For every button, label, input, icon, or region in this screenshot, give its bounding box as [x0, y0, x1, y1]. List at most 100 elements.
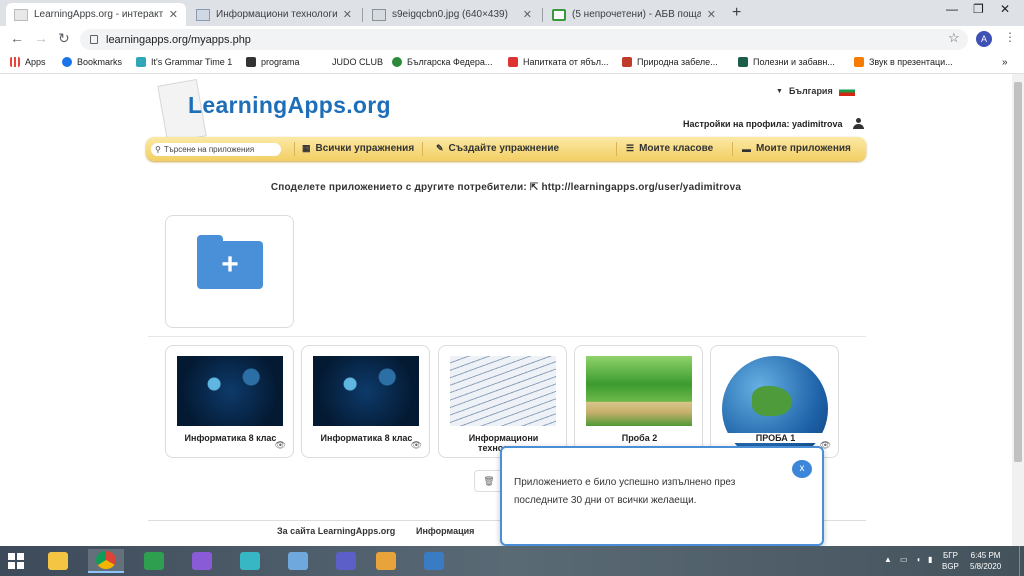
- app-thumbnail: [313, 356, 419, 426]
- restore-icon[interactable]: ❐: [973, 2, 984, 16]
- calculator-icon[interactable]: [136, 549, 172, 573]
- bookmark-drink[interactable]: Напитката от ябъл...: [508, 57, 609, 67]
- tab-title: LearningApps.org - интерактив: [34, 9, 163, 20]
- add-folder-icon: +: [197, 235, 263, 289]
- menu-label: Всички упражнения: [315, 143, 415, 154]
- search-placeholder: Търсене на приложения: [163, 145, 255, 154]
- visual-studio-icon[interactable]: [184, 549, 220, 573]
- date-label: 5/8/2020: [970, 562, 1002, 571]
- chrome-icon[interactable]: [88, 549, 124, 573]
- bookmark-label: JUDO CLUB: [332, 57, 384, 67]
- footer-about-link[interactable]: За сайта LearningApps.org: [277, 526, 395, 536]
- bookmark-apps[interactable]: Apps: [10, 57, 46, 67]
- tab-abv-mail[interactable]: (5 непрочетени) - АБВ поща ✕: [544, 3, 724, 26]
- reload-icon[interactable]: ↻: [58, 30, 70, 47]
- photos-icon[interactable]: [416, 549, 452, 573]
- tv-icon: [246, 57, 256, 67]
- bookmark-programa[interactable]: programa: [246, 57, 300, 67]
- bookmark-grammar[interactable]: It's Grammar Time 1: [136, 57, 232, 67]
- bookmarks-bar: Apps Bookmarks It's Grammar Time 1 progr…: [0, 52, 1024, 74]
- app-thumbnail: [177, 356, 283, 426]
- language-indicator[interactable]: БГР BGP: [942, 550, 959, 572]
- bookmark-label: Bookmarks: [77, 57, 123, 67]
- minimize-icon[interactable]: —: [946, 2, 958, 16]
- bookmark-judo[interactable]: JUDO CLUB: [332, 57, 383, 67]
- menu-create-exercise[interactable]: ✎ Създайте упражнение: [436, 143, 559, 154]
- tab-title: Информациони технологии 7 к: [216, 9, 337, 20]
- close-icon[interactable]: ✕: [343, 8, 352, 21]
- tab-learningapps[interactable]: LearningApps.org - интерактив ✕: [6, 3, 186, 26]
- virtualbox-icon[interactable]: [280, 549, 316, 573]
- app-card[interactable]: Проба 2: [574, 345, 703, 458]
- app-card[interactable]: Информациони технологии: [438, 345, 567, 458]
- app-name: Информатика 8 клас: [320, 433, 413, 443]
- menu-label: Моите приложения: [756, 143, 851, 154]
- site-logo[interactable]: LearningApps.org: [188, 92, 391, 119]
- bookmarks-overflow-icon[interactable]: »: [1002, 57, 1008, 68]
- new-folder-card[interactable]: +: [165, 215, 294, 328]
- app-name: Информатика 8 клас: [184, 433, 277, 443]
- menu-my-classes[interactable]: ☰ Моите класове: [626, 143, 713, 154]
- home-icon: [552, 8, 566, 21]
- main-menu: ⚲ Търсене на приложения ▦ Всички упражнен…: [146, 137, 866, 161]
- close-icon[interactable]: ✕: [523, 8, 532, 21]
- forward-icon[interactable]: →: [34, 30, 48, 46]
- bookmark-sound[interactable]: Звук в презентаци...: [854, 57, 953, 67]
- external-link-icon: ⇱: [529, 182, 542, 193]
- show-desktop-button[interactable]: [1019, 546, 1024, 576]
- app-thumbnail: [586, 356, 692, 426]
- profile-avatar[interactable]: A: [976, 31, 992, 47]
- notification-popup: x Приложението е било успешно изпълнено …: [500, 446, 824, 546]
- profile-settings-link[interactable]: Настройки на профила: yadimitrova: [683, 118, 864, 129]
- menu-my-apps[interactable]: ▬ Моите приложения: [742, 143, 851, 154]
- grid-icon: ▦: [302, 143, 311, 153]
- share-url-link[interactable]: http://learningapps.org/user/yadimitrova: [541, 182, 741, 193]
- network-icon[interactable]: ▮: [928, 554, 932, 565]
- tab-strip: LearningApps.org - интерактив ✕ Информац…: [0, 0, 1024, 26]
- bookmark-label: Напитката от ябъл...: [523, 57, 609, 67]
- paint-icon[interactable]: [368, 549, 404, 573]
- star-icon: [62, 57, 72, 67]
- tab-divider: [362, 8, 363, 22]
- bookmark-label: Природна забеле...: [637, 57, 718, 67]
- scrollbar-thumb[interactable]: [1014, 82, 1022, 462]
- drink-icon: [508, 57, 518, 67]
- teams-icon[interactable]: [328, 549, 364, 573]
- bookmark-nature[interactable]: Природна забеле...: [622, 57, 718, 67]
- window-close-icon[interactable]: ✕: [1000, 2, 1010, 16]
- url-field[interactable]: learningapps.org/myapps.php: [80, 29, 968, 50]
- app-card[interactable]: Информатика 8 клас 👁: [165, 345, 294, 458]
- bookmark-star-icon[interactable]: ☆: [948, 30, 960, 46]
- windows-start-icon[interactable]: [8, 553, 24, 569]
- tab-title: s9eigqcbn0.jpg (640×439): [392, 9, 508, 20]
- search-input[interactable]: ⚲ Търсене на приложения: [151, 143, 281, 156]
- lang-label: БГР: [942, 551, 958, 560]
- menu-all-exercises[interactable]: ▦ Всички упражнения: [302, 143, 414, 154]
- close-button[interactable]: x: [792, 460, 812, 478]
- bookmark-label: Полезни и забавн...: [753, 57, 835, 67]
- paper-plane-app-icon[interactable]: [232, 549, 268, 573]
- close-icon[interactable]: ✕: [169, 8, 178, 21]
- back-icon[interactable]: ←: [10, 30, 24, 46]
- new-tab-button[interactable]: +: [732, 4, 741, 22]
- menu-kebab-icon[interactable]: ⋮: [1004, 30, 1016, 44]
- clock[interactable]: 6:45 PM 5/8/2020: [970, 550, 1001, 572]
- bookmark-federation[interactable]: Българска Федера...: [392, 57, 492, 67]
- app-card[interactable]: ПРОБА 1 👁: [710, 345, 839, 458]
- close-icon[interactable]: ✕: [707, 8, 716, 21]
- bookmark-bookmarks[interactable]: Bookmarks: [62, 57, 122, 67]
- tab-it7[interactable]: Информациони технологии 7 к ✕: [188, 3, 360, 26]
- scrollbar[interactable]: [1012, 74, 1024, 546]
- bookmark-useful[interactable]: Полезни и забавн...: [738, 57, 835, 67]
- eye-icon: 👁: [274, 440, 286, 450]
- battery-icon[interactable]: ▭: [900, 554, 908, 565]
- share-line: Споделете приложението с другите потреби…: [0, 182, 1012, 193]
- file-explorer-icon[interactable]: [40, 549, 76, 573]
- volume-icon[interactable]: ◖: [916, 554, 921, 565]
- tab-image[interactable]: s9eigqcbn0.jpg (640×439) ✕: [364, 3, 540, 26]
- tray-chevron-icon[interactable]: ▲: [884, 554, 892, 565]
- footer-info-link[interactable]: Информация: [416, 526, 474, 536]
- share-label: Споделете приложението с другите потреби…: [270, 182, 530, 193]
- app-card[interactable]: Информатика 8 клас 👁: [301, 345, 430, 458]
- country-selector[interactable]: ▼ България: [776, 86, 855, 96]
